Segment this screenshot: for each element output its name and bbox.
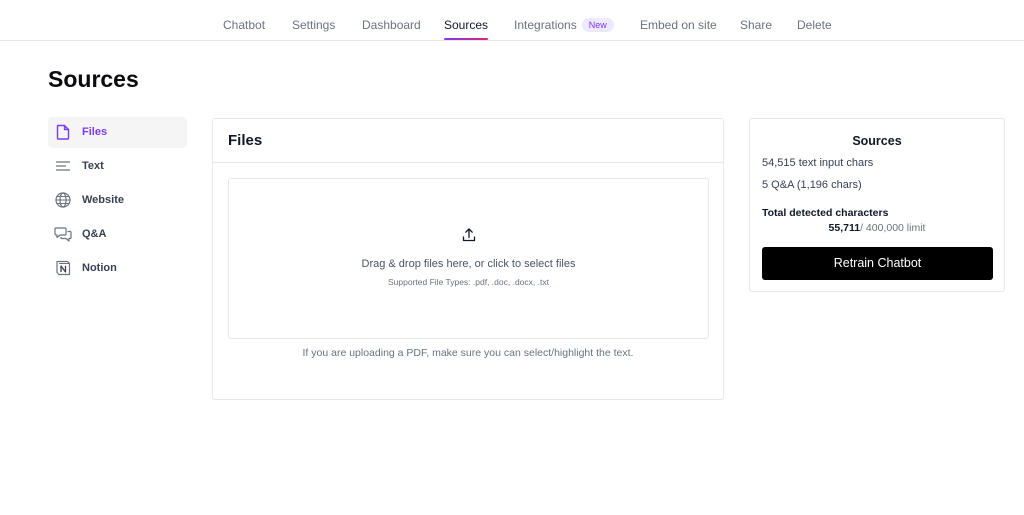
qa-chars-stat: 5 Q&A (1,196 chars) [762, 179, 862, 191]
sidebar-item-text[interactable]: Text [48, 151, 187, 182]
supported-file-types: Supported File Types: .pdf, .doc, .docx,… [388, 277, 549, 287]
new-badge: New [581, 18, 614, 32]
file-icon [56, 124, 70, 140]
sidebar-item-label: Notion [82, 262, 117, 274]
file-dropzone[interactable]: Drag & drop files here, or click to sele… [228, 178, 709, 339]
summary-title: Sources [852, 134, 902, 148]
upload-icon [462, 228, 476, 242]
notion-icon [56, 260, 71, 276]
sidebar-item-qa[interactable]: Q&A [48, 219, 187, 250]
retrain-chatbot-button[interactable]: Retrain Chatbot [762, 247, 993, 280]
tab-share[interactable]: Share [740, 0, 772, 41]
tab-dashboard[interactable]: Dashboard [362, 0, 421, 41]
character-limit: / 400,000 limit [860, 222, 926, 234]
sidebar-item-website[interactable]: Website [48, 185, 187, 216]
total-characters-value: 55,711/ 400,000 limit [750, 222, 1004, 234]
chat-bubbles-icon [54, 227, 72, 242]
text-lines-icon [55, 161, 71, 171]
globe-icon [55, 192, 71, 208]
tab-sources[interactable]: Sources [444, 0, 489, 41]
dropzone-instructions: Drag & drop files here, or click to sele… [361, 258, 576, 270]
files-card: Files Drag & drop files here, or click t… [212, 118, 724, 400]
sidebar-item-label: Files [82, 126, 108, 138]
tab-settings[interactable]: Settings [292, 0, 335, 41]
files-card-header: Files [213, 119, 723, 163]
text-chars-stat: 54,515 text input chars [762, 157, 874, 169]
top-nav: Chatbot Settings Dashboard Sources Integ… [0, 0, 1024, 41]
tab-delete[interactable]: Delete [797, 0, 832, 41]
sidebar-item-label: Text [82, 160, 104, 172]
sidebar-item-notion[interactable]: Notion [48, 253, 187, 284]
page-title: Sources [48, 66, 139, 92]
tab-integrations-label: Integrations [514, 18, 577, 32]
sources-summary-panel: Sources 54,515 text input chars 5 Q&A (1… [749, 118, 1005, 292]
total-count: 55,711 [828, 222, 861, 234]
sidebar-item-label: Q&A [82, 228, 107, 240]
sidebar-item-files[interactable]: Files [48, 117, 187, 148]
files-card-title: Files [228, 132, 263, 149]
sidebar-item-label: Website [82, 194, 124, 206]
total-characters-label: Total detected characters [762, 207, 889, 219]
tab-embed-on-site[interactable]: Embed on site [640, 0, 717, 41]
pdf-note: If you are uploading a PDF, make sure yo… [302, 347, 634, 359]
tab-chatbot[interactable]: Chatbot [223, 0, 265, 41]
tab-integrations[interactable]: Integrations New [514, 0, 614, 41]
